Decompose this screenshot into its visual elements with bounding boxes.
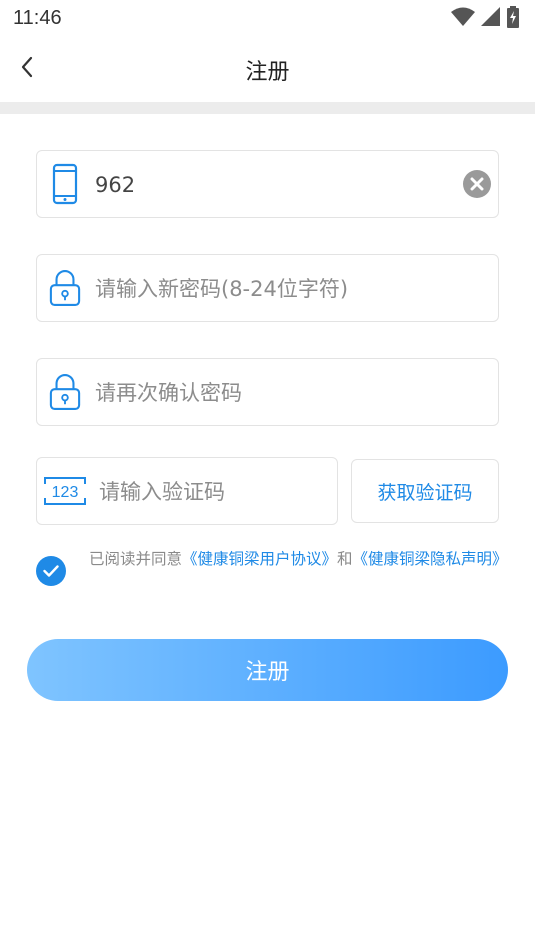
battery-charging-icon bbox=[507, 6, 519, 32]
register-button[interactable]: 注册 bbox=[27, 639, 508, 701]
confirm-password-input[interactable] bbox=[95, 373, 465, 413]
clear-icon bbox=[470, 177, 484, 191]
agreement-middle: 和 bbox=[337, 550, 353, 568]
status-time: 11:46 bbox=[13, 7, 62, 29]
agreement-text: 已阅读并同意《健康铜梁用户协议》和《健康铜梁隐私声明》 bbox=[89, 549, 509, 570]
wifi-icon bbox=[451, 7, 475, 31]
status-icons bbox=[451, 6, 519, 32]
phone-field bbox=[36, 150, 499, 218]
agreement-checkbox[interactable] bbox=[36, 556, 66, 586]
get-code-button[interactable]: 获取验证码 bbox=[351, 459, 499, 523]
password-field bbox=[36, 254, 499, 322]
verification-code-field: 123 bbox=[36, 457, 338, 525]
user-agreement-link[interactable]: 《健康铜梁用户协议》 bbox=[182, 550, 337, 568]
status-bar: 11:46 bbox=[0, 0, 535, 36]
signal-icon bbox=[481, 7, 501, 31]
agreement-prefix: 已阅读并同意 bbox=[89, 550, 183, 568]
check-icon bbox=[43, 565, 59, 577]
lock-icon bbox=[49, 371, 81, 413]
confirm-password-field bbox=[36, 358, 499, 426]
phone-icon bbox=[49, 163, 81, 205]
lock-icon bbox=[49, 267, 81, 309]
privacy-statement-link[interactable]: 《健康铜梁隐私声明》 bbox=[353, 550, 508, 568]
svg-text:123: 123 bbox=[52, 484, 79, 501]
phone-input[interactable] bbox=[95, 165, 465, 205]
code-123-icon: 123 bbox=[43, 476, 87, 506]
page-title: 注册 bbox=[245, 60, 290, 85]
password-input[interactable] bbox=[95, 269, 465, 309]
app-bar: 注册 bbox=[0, 36, 535, 102]
verification-code-input[interactable] bbox=[99, 472, 329, 512]
header-divider bbox=[0, 102, 535, 114]
clear-button[interactable] bbox=[463, 170, 491, 198]
